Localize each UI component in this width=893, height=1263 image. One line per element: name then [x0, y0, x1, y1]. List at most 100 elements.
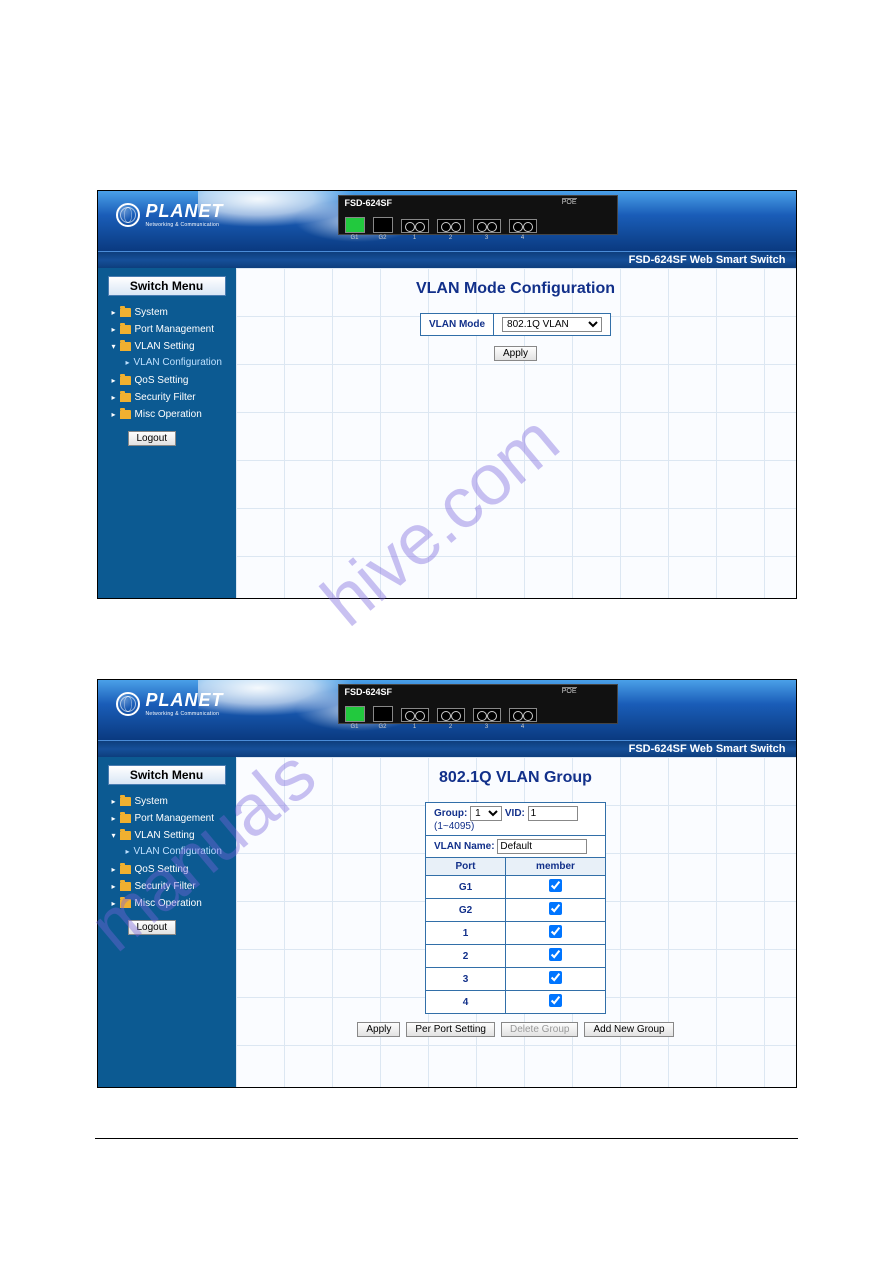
table-row: 2	[426, 945, 606, 968]
add-new-group-button[interactable]: Add New Group	[584, 1022, 673, 1037]
sidebar-item-system[interactable]: ▸System	[108, 304, 226, 321]
vlan-mode-table: VLAN Mode 802.1Q VLAN	[420, 313, 611, 336]
arrow-icon: ▸	[112, 797, 116, 806]
sidebar: Switch Menu ▸System ▸Port Management ▾VL…	[98, 757, 236, 1087]
title-strip: FSD-624SF Web Smart Switch	[98, 740, 796, 757]
member-checkbox[interactable]	[549, 879, 562, 892]
arrow-icon: ▸	[112, 410, 116, 419]
member-checkbox[interactable]	[549, 948, 562, 961]
port-1-icon[interactable]: 1	[401, 219, 429, 233]
table-row: 4	[426, 991, 606, 1014]
port-2-icon[interactable]: 2	[437, 708, 465, 722]
table-row: G2	[426, 899, 606, 922]
table-row: 3	[426, 968, 606, 991]
port-g2-icon[interactable]: G2	[373, 706, 393, 722]
member-checkbox[interactable]	[549, 971, 562, 984]
table-row: G1	[426, 876, 606, 899]
brand-tagline: Networking & Communication	[146, 711, 224, 717]
sidebar-sub-vlan-configuration[interactable]: ▸VLAN Configuration	[108, 355, 226, 372]
vlan-group-table: Group: 1 VID: (1~4095) VLAN Name:	[425, 802, 606, 1014]
folder-icon	[120, 899, 131, 908]
device-panel: FSD-624SF POE G1 G2 1 2 3 4	[338, 195, 618, 235]
port-4-icon[interactable]: 4	[509, 708, 537, 722]
arrow-icon: ▸	[112, 376, 116, 385]
vid-input[interactable]	[528, 806, 578, 821]
port-3-icon[interactable]: 3	[473, 219, 501, 233]
sidebar-item-misc-operation[interactable]: ▸Misc Operation	[108, 895, 226, 912]
folder-icon	[120, 797, 131, 806]
port-g1-icon[interactable]: G1	[345, 217, 365, 233]
screenshot-vlan-mode: PLANET Networking & Communication FSD-62…	[97, 190, 797, 599]
folder-icon	[120, 342, 131, 351]
arrow-icon: ▸	[112, 882, 116, 891]
arrow-icon: ▸	[112, 899, 116, 908]
brand-logo: PLANET Networking & Communication	[116, 690, 224, 717]
arrow-icon: ▸	[112, 308, 116, 317]
port-g2-icon[interactable]: G2	[373, 217, 393, 233]
sidebar-item-security-filter[interactable]: ▸Security Filter	[108, 389, 226, 406]
globe-icon	[116, 692, 140, 716]
sidebar-item-system[interactable]: ▸System	[108, 793, 226, 810]
sidebar-item-qos-setting[interactable]: ▸QoS Setting	[108, 372, 226, 389]
arrow-icon: ▸	[112, 865, 116, 874]
port-4-icon[interactable]: 4	[509, 219, 537, 233]
arrow-icon: ▸	[126, 358, 130, 367]
app-banner: PLANET Networking & Communication FSD-62…	[98, 680, 796, 740]
content-area: 802.1Q VLAN Group Group: 1 VID: (1~4095)	[236, 757, 796, 1087]
page-title: VLAN Mode Configuration	[236, 280, 796, 298]
arrow-icon: ▾	[112, 831, 116, 840]
sidebar-title: Switch Menu	[108, 276, 226, 296]
port-g1-icon[interactable]: G1	[345, 706, 365, 722]
port-2-icon[interactable]: 2	[437, 219, 465, 233]
app-banner: PLANET Networking & Communication FSD-62…	[98, 191, 796, 251]
vlan-mode-select[interactable]: 802.1Q VLAN	[502, 317, 602, 332]
per-port-setting-button[interactable]: Per Port Setting	[406, 1022, 495, 1037]
folder-icon	[120, 393, 131, 402]
vlan-name-input[interactable]	[497, 839, 587, 854]
apply-button[interactable]: Apply	[494, 346, 537, 361]
page-title: 802.1Q VLAN Group	[236, 769, 796, 787]
sidebar-item-security-filter[interactable]: ▸Security Filter	[108, 878, 226, 895]
port-3-icon[interactable]: 3	[473, 708, 501, 722]
globe-icon	[116, 203, 140, 227]
folder-icon	[120, 410, 131, 419]
sidebar-sub-vlan-configuration[interactable]: ▸VLAN Configuration	[108, 844, 226, 861]
sidebar: Switch Menu ▸System ▸Port Management ▾VL…	[98, 268, 236, 598]
logout-button[interactable]: Logout	[128, 431, 177, 446]
group-label: Group:	[434, 808, 467, 819]
title-strip: FSD-624SF Web Smart Switch	[98, 251, 796, 268]
vlan-mode-label: VLAN Mode	[420, 314, 493, 336]
sidebar-title: Switch Menu	[108, 765, 226, 785]
group-select[interactable]: 1	[470, 806, 502, 821]
member-checkbox[interactable]	[549, 902, 562, 915]
brand-logo: PLANET Networking & Communication	[116, 201, 224, 228]
arrow-icon: ▾	[112, 342, 116, 351]
folder-icon	[120, 882, 131, 891]
folder-icon	[120, 865, 131, 874]
apply-button[interactable]: Apply	[357, 1022, 400, 1037]
vid-range: (1~4095)	[434, 821, 474, 832]
member-checkbox[interactable]	[549, 994, 562, 1007]
arrow-icon: ▸	[126, 847, 130, 856]
sidebar-item-vlan-setting[interactable]: ▾VLAN Setting	[108, 338, 226, 355]
logout-button[interactable]: Logout	[128, 920, 177, 935]
folder-icon	[120, 308, 131, 317]
poe-label: POE	[562, 198, 577, 206]
delete-group-button[interactable]: Delete Group	[501, 1022, 578, 1037]
folder-icon	[120, 831, 131, 840]
col-port: Port	[426, 858, 506, 876]
folder-icon	[120, 325, 131, 334]
content-area: VLAN Mode Configuration VLAN Mode 802.1Q…	[236, 268, 796, 598]
sidebar-item-port-management[interactable]: ▸Port Management	[108, 321, 226, 338]
sidebar-item-vlan-setting[interactable]: ▾VLAN Setting	[108, 827, 226, 844]
brand-tagline: Networking & Communication	[146, 222, 224, 228]
sidebar-item-port-management[interactable]: ▸Port Management	[108, 810, 226, 827]
arrow-icon: ▸	[112, 393, 116, 402]
sidebar-item-misc-operation[interactable]: ▸Misc Operation	[108, 406, 226, 423]
member-checkbox[interactable]	[549, 925, 562, 938]
device-panel: FSD-624SF POE G1 G2 1 2 3 4	[338, 684, 618, 724]
port-1-icon[interactable]: 1	[401, 708, 429, 722]
folder-icon	[120, 814, 131, 823]
sidebar-item-qos-setting[interactable]: ▸QoS Setting	[108, 861, 226, 878]
arrow-icon: ▸	[112, 814, 116, 823]
